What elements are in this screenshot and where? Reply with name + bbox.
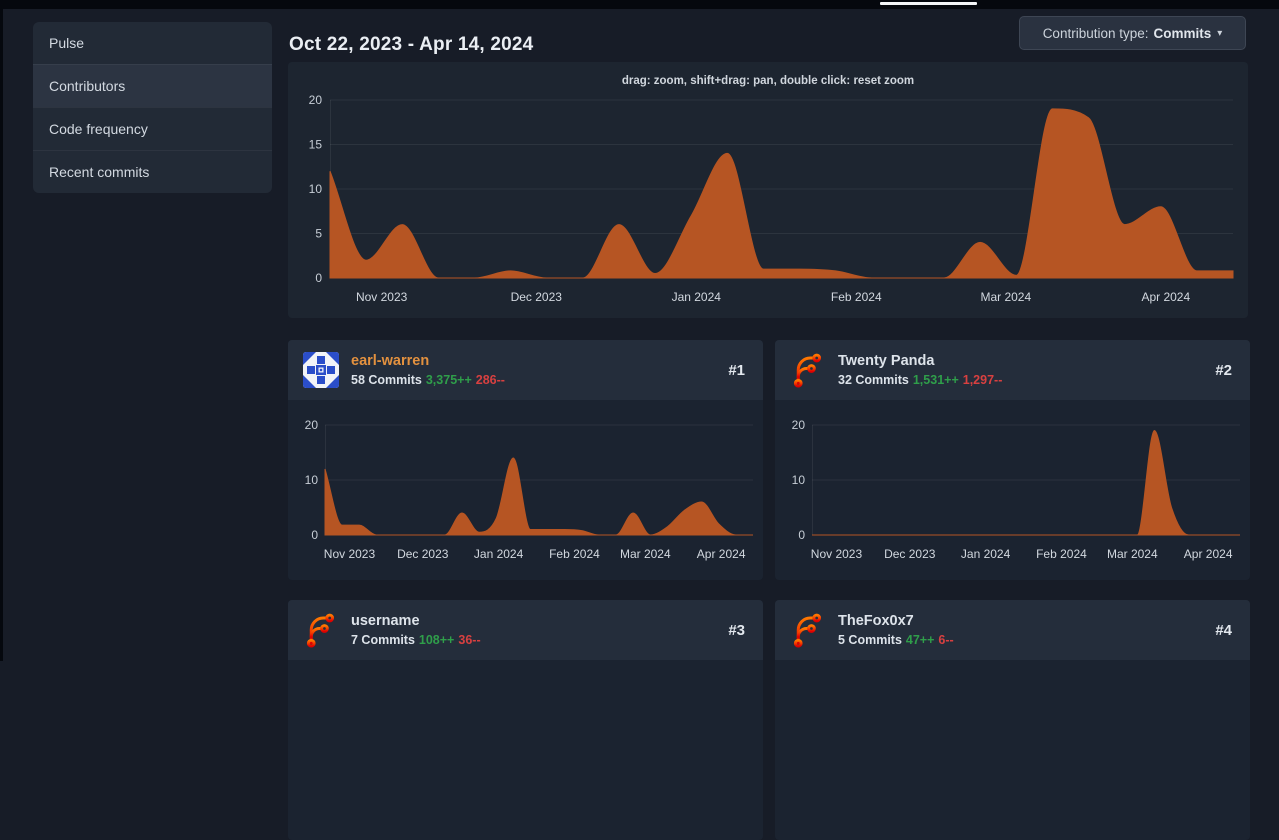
- date-range-title: Oct 22, 2023 - Apr 14, 2024: [289, 34, 533, 56]
- svg-text:0: 0: [315, 271, 322, 285]
- rank-badge: #2: [1215, 362, 1232, 379]
- svg-text:Feb 2024: Feb 2024: [1036, 547, 1087, 561]
- additions-count: 1,531++: [913, 373, 959, 387]
- commit-count: 7 Commits: [351, 633, 415, 647]
- contributor-name-link[interactable]: earl-warren: [351, 353, 716, 370]
- sidebar-item-recent-commits[interactable]: Recent commits: [33, 150, 272, 193]
- svg-text:Nov 2023: Nov 2023: [811, 547, 863, 561]
- svg-text:Feb 2024: Feb 2024: [549, 547, 600, 561]
- contributor-card-header: TheFox0x7 5 Commits 47++6-- #4: [775, 600, 1250, 660]
- deletions-count: 6--: [938, 633, 953, 647]
- contributor-card-2: Twenty Panda 32 Commits 1,531++ 1,297-- #2…: [775, 340, 1250, 580]
- svg-text:Jan 2024: Jan 2024: [474, 547, 524, 561]
- svg-text:Apr 2024: Apr 2024: [1141, 290, 1190, 304]
- contribution-type-value: Commits: [1154, 26, 1212, 41]
- contributor-card-header: earl-warren 58 Commits 3,375++ 286-- #1: [288, 340, 763, 400]
- svg-text:20: 20: [309, 93, 323, 107]
- svg-text:Nov 2023: Nov 2023: [324, 547, 376, 561]
- additions-count: 108++: [419, 633, 454, 647]
- rank-badge: #4: [1215, 622, 1232, 639]
- rank-badge: #1: [728, 362, 745, 379]
- contributor-stats: 58 Commits 3,375++ 286--: [351, 373, 716, 387]
- activity-sidebar-menu: Pulse Contributors Code frequency Recent…: [33, 22, 272, 193]
- forgejo-logo-avatar: [790, 612, 826, 648]
- svg-text:Dec 2023: Dec 2023: [511, 290, 563, 304]
- contributor-identity: username 7 Commits 108++ 36--: [351, 613, 716, 647]
- contributor-stats: 5 Commits 47++6--: [838, 633, 1203, 647]
- commit-count: 32 Commits: [838, 373, 909, 387]
- svg-text:10: 10: [792, 473, 806, 487]
- overall-commits-panel: drag: zoom, shift+drag: pan, double clic…: [288, 62, 1248, 318]
- deletions-count: 1,297--: [963, 373, 1003, 387]
- svg-text:0: 0: [798, 528, 805, 542]
- contributor-card-3: username 7 Commits 108++ 36-- #3: [288, 600, 763, 840]
- additions-count: 47++: [906, 633, 935, 647]
- sidebar-item-code-frequency[interactable]: Code frequency: [33, 107, 272, 150]
- svg-text:Apr 2024: Apr 2024: [1184, 547, 1233, 561]
- contributor-chart-area: 20 10 0 Nov 2023 Dec 2023 Jan 2024 Feb 2024 Mar…: [775, 400, 1250, 580]
- twenty-panda-area-chart: 20 10 0 Nov 2023 Dec 2023 Jan 2024 Feb 2024 Mar…: [775, 400, 1250, 580]
- svg-text:Apr 2024: Apr 2024: [697, 547, 746, 561]
- commit-count: 58 Commits: [351, 373, 422, 387]
- sidebar-item-contributors[interactable]: Contributors: [33, 64, 272, 107]
- svg-text:Mar 2024: Mar 2024: [1107, 547, 1158, 561]
- svg-text:0: 0: [311, 528, 318, 542]
- contributor-name: Twenty Panda: [838, 353, 1203, 370]
- caret-down-icon: ▾: [1217, 28, 1222, 39]
- svg-text:Jan 2024: Jan 2024: [672, 290, 722, 304]
- contributor-identity: TheFox0x7 5 Commits 47++6--: [838, 613, 1203, 647]
- svg-text:10: 10: [309, 182, 323, 196]
- svg-text:Mar 2024: Mar 2024: [980, 290, 1031, 304]
- svg-text:20: 20: [305, 418, 319, 432]
- contributor-card-header: username 7 Commits 108++ 36-- #3: [288, 600, 763, 660]
- sidebar-item-pulse[interactable]: Pulse: [33, 22, 272, 64]
- contribution-type-label: Contribution type:: [1043, 26, 1149, 41]
- contributor-name: TheFox0x7: [838, 613, 1203, 630]
- forgejo-logo-avatar: [790, 352, 826, 388]
- svg-text:10: 10: [305, 473, 319, 487]
- svg-text:Dec 2023: Dec 2023: [884, 547, 936, 561]
- contributor-stats: 7 Commits 108++ 36--: [351, 633, 716, 647]
- sidebar-item-label: Pulse: [49, 35, 84, 51]
- commit-count: 5 Commits: [838, 633, 902, 647]
- contribution-type-dropdown[interactable]: Contribution type: Commits ▾: [1019, 16, 1246, 50]
- svg-text:Nov 2023: Nov 2023: [356, 290, 408, 304]
- earl-warren-area-chart: 20 10 0 Nov 2023 Dec 2023 Jan 2024 Feb 2024 Mar…: [288, 400, 763, 580]
- sidebar-item-label: Recent commits: [49, 164, 149, 180]
- contributor-card-4: TheFox0x7 5 Commits 47++6-- #4: [775, 600, 1250, 840]
- additions-count: 3,375++: [426, 373, 472, 387]
- svg-text:5: 5: [315, 227, 322, 241]
- svg-text:Mar 2024: Mar 2024: [620, 547, 671, 561]
- svg-text:Dec 2023: Dec 2023: [397, 547, 449, 561]
- contributor-chart-area: 20 10 0 Nov 2023 Dec 2023 Jan 2024 Feb 2024 Mar…: [288, 400, 763, 580]
- sidebar-item-label: Code frequency: [49, 121, 148, 137]
- contributor-stats: 32 Commits 1,531++ 1,297--: [838, 373, 1203, 387]
- overall-commits-area-chart[interactable]: 20 15 10 5 0 Nov 2023 Dec 2023 Jan 2024 Feb 2024…: [288, 62, 1248, 318]
- window-left-edge: [0, 0, 3, 661]
- forgejo-logo-avatar: [303, 612, 339, 648]
- identicon-avatar[interactable]: [303, 352, 339, 388]
- contributor-chart-area: [775, 660, 1250, 840]
- contributor-chart-area: [288, 660, 763, 840]
- svg-text:Jan 2024: Jan 2024: [961, 547, 1011, 561]
- svg-text:15: 15: [309, 138, 323, 152]
- contributor-identity: Twenty Panda 32 Commits 1,531++ 1,297--: [838, 353, 1203, 387]
- deletions-count: 286--: [476, 373, 505, 387]
- top-navbar-edge: [0, 0, 1279, 9]
- rank-badge: #3: [728, 622, 745, 639]
- svg-text:20: 20: [792, 418, 806, 432]
- sidebar-item-label: Contributors: [49, 78, 125, 94]
- contributor-card-1: earl-warren 58 Commits 3,375++ 286-- #1 20…: [288, 340, 763, 580]
- contributor-card-header: Twenty Panda 32 Commits 1,531++ 1,297-- #2: [775, 340, 1250, 400]
- active-tab-indicator: [880, 2, 977, 5]
- contributor-name: username: [351, 613, 716, 630]
- svg-text:Feb 2024: Feb 2024: [831, 290, 882, 304]
- deletions-count: 36--: [458, 633, 480, 647]
- contributor-identity: earl-warren 58 Commits 3,375++ 286--: [351, 353, 716, 387]
